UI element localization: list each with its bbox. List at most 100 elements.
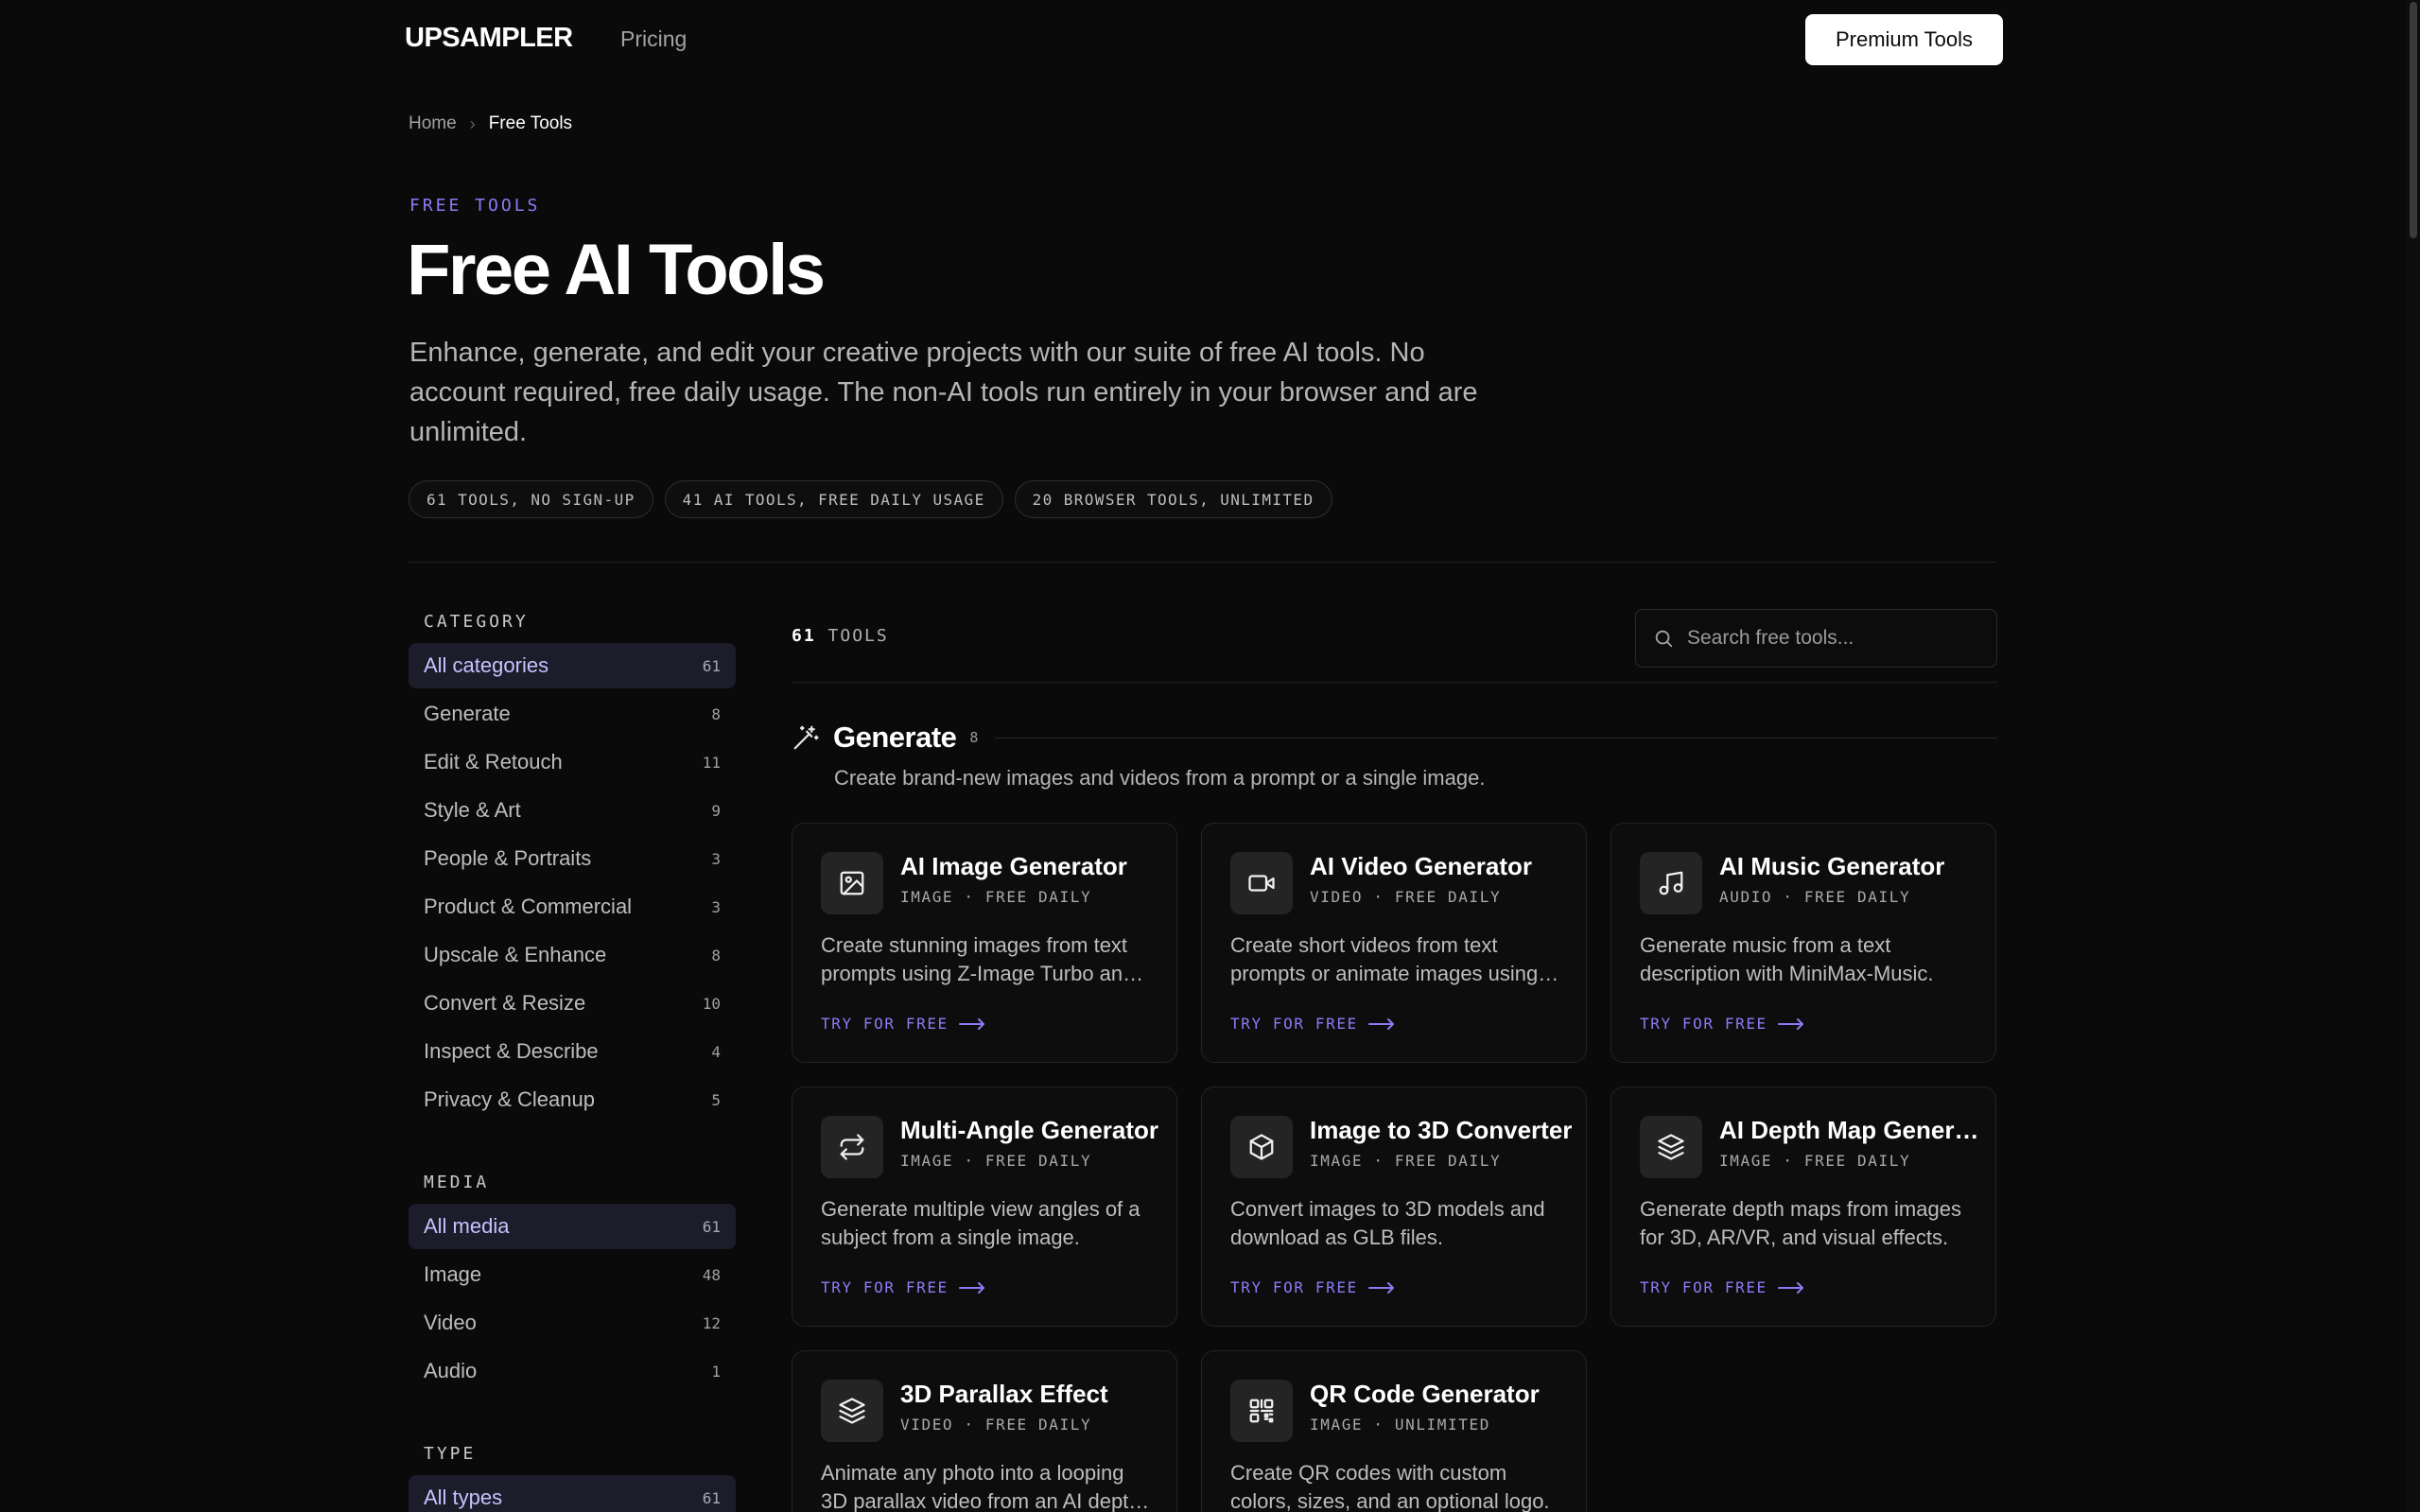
tool-meta: IMAGE · FREE DAILY: [1310, 1152, 1502, 1170]
chevron-right-icon: ›: [469, 113, 476, 133]
search-input[interactable]: [1687, 627, 1971, 650]
tool-meta: IMAGE · FREE DAILY: [900, 888, 1092, 906]
section-description: Create brand-new images and videos from …: [834, 766, 1486, 790]
category-item-all[interactable]: All categories 61: [409, 643, 736, 688]
stat-pill: 41 AI TOOLS, FREE DAILY USAGE: [664, 480, 1003, 518]
tool-name: AI Video Generator: [1310, 852, 1533, 880]
qr-code-icon: [1249, 1399, 1274, 1423]
breadcrumb: Home › Free Tools: [409, 113, 572, 134]
layers-icon: [839, 1398, 865, 1424]
tool-icon-box: [1230, 1116, 1293, 1178]
category-item-count: 5: [711, 1090, 721, 1109]
tool-description: Generate multiple view angles of a subje…: [821, 1197, 1140, 1249]
section-title: Generate: [833, 721, 957, 754]
swap-arrows-icon: [840, 1134, 864, 1160]
tool-name: AI Music Generator: [1719, 852, 1945, 880]
page-scrollbar[interactable]: [2407, 0, 2420, 1512]
tool-description: Create short videos from text prompts or…: [1230, 933, 1539, 985]
category-item-label: Convert & Resize: [424, 991, 586, 1015]
filter-sidebar: CATEGORY All categories 61 Generate 8 Edit…: [409, 605, 736, 1512]
media-item-count: 12: [702, 1313, 721, 1332]
tool-card-multi-angle-generator[interactable]: Multi-Angle Generator IMAGE · FREE DAILY…: [792, 1086, 1177, 1327]
tool-icon-box: [1230, 852, 1293, 914]
layers-icon: [1658, 1134, 1684, 1160]
tool-icon-box: [821, 1380, 883, 1442]
tool-card-ai-depth-map-generator[interactable]: AI Depth Map Generator IMAGE · FREE DAIL…: [1610, 1086, 1996, 1327]
media-item-image[interactable]: Image 48: [409, 1252, 736, 1297]
magic-wand-icon: [793, 725, 819, 750]
category-item-count: 61: [702, 656, 721, 675]
try-for-free-link[interactable]: TRY FOR FREE: [821, 1015, 986, 1033]
hero-intro: Enhance, generate, and edit your creativ…: [409, 338, 1478, 447]
media-item-label: Audio: [424, 1359, 478, 1382]
category-item-people-portraits[interactable]: People & Portraits 3: [409, 836, 736, 881]
tool-name: Image to 3D Converter: [1310, 1116, 1573, 1144]
page-title: Free AI Tools: [407, 230, 826, 310]
tool-icon-box: [1640, 1116, 1702, 1178]
tool-description: Create QR codes with custom colors, size…: [1230, 1461, 1550, 1512]
category-item-upscale-enhance[interactable]: Upscale & Enhance 8: [409, 932, 736, 978]
tool-name: Multi-Angle Generator: [900, 1116, 1159, 1144]
try-for-free-link[interactable]: TRY FOR FREE: [821, 1278, 986, 1296]
category-item-privacy-cleanup[interactable]: Privacy & Cleanup 5: [409, 1077, 736, 1122]
tool-icon-box: [821, 1116, 883, 1178]
top-header: UPSAMPLER Pricing Premium Tools: [0, 0, 2407, 78]
category-item-label: People & Portraits: [424, 846, 592, 870]
tool-icon-box: [1230, 1380, 1293, 1442]
search-box[interactable]: [1635, 609, 1997, 668]
tools-main: 61 TOOLS Generate 8 Create brand-new ima…: [792, 605, 1997, 1512]
try-for-free-link[interactable]: TRY FOR FREE: [1640, 1278, 1805, 1296]
premium-tools-button[interactable]: Premium Tools: [1805, 14, 2003, 65]
nav-pricing-link[interactable]: Pricing: [620, 26, 687, 52]
tools-count-label: TOOLS: [827, 626, 889, 646]
hero-divider: [409, 562, 1996, 563]
media-item-label: Image: [424, 1262, 482, 1286]
category-item-inspect-describe[interactable]: Inspect & Describe 4: [409, 1029, 736, 1074]
arrow-right-icon: [1367, 1281, 1394, 1294]
cube-icon: [1249, 1134, 1274, 1160]
tool-description: Generate depth maps from images for 3D, …: [1640, 1197, 1961, 1249]
category-item-edit-retouch[interactable]: Edit & Retouch 11: [409, 739, 736, 785]
try-for-free-link[interactable]: TRY FOR FREE: [1230, 1278, 1396, 1296]
media-item-video[interactable]: Video 12: [409, 1300, 736, 1346]
tool-card-qr-code-generator[interactable]: QR Code Generator IMAGE · UNLIMITED Crea…: [1201, 1350, 1587, 1512]
search-icon: [1655, 630, 1673, 648]
cta-label: TRY FOR FREE: [821, 1278, 949, 1296]
music-icon: [1659, 871, 1683, 895]
media-filter-group: MEDIA All media 61 Image 48 Video 12 Audio 1: [409, 1166, 736, 1394]
stat-pill: 61 TOOLS, NO SIGN-UP: [409, 480, 653, 518]
cta-label: TRY FOR FREE: [1230, 1278, 1358, 1296]
category-item-product-commercial[interactable]: Product & Commercial 3: [409, 884, 736, 930]
category-item-label: Edit & Retouch: [424, 750, 563, 773]
scrollbar-thumb[interactable]: [2410, 2, 2417, 238]
tool-card-ai-video-generator[interactable]: AI Video Generator VIDEO · FREE DAILY Cr…: [1201, 823, 1587, 1063]
tool-card-ai-image-generator[interactable]: AI Image Generator IMAGE · FREE DAILY Cr…: [792, 823, 1177, 1063]
media-item-label: Video: [424, 1311, 477, 1334]
media-item-all[interactable]: All media 61: [409, 1204, 736, 1249]
logo[interactable]: UPSAMPLER: [405, 23, 573, 54]
type-filter-group: TYPE All types 61: [409, 1437, 736, 1512]
type-heading: TYPE: [424, 1443, 477, 1464]
tool-card-image-to-3d-converter[interactable]: Image to 3D Converter IMAGE · FREE DAILY…: [1201, 1086, 1587, 1327]
category-item-count: 3: [711, 897, 721, 916]
category-item-convert-resize[interactable]: Convert & Resize 10: [409, 981, 736, 1026]
tool-meta: IMAGE · FREE DAILY: [900, 1152, 1092, 1170]
main-divider: [792, 682, 1997, 683]
category-item-label: Generate: [424, 702, 511, 725]
category-item-label: All categories: [424, 653, 549, 677]
category-item-style-art[interactable]: Style & Art 9: [409, 788, 736, 833]
media-item-audio[interactable]: Audio 1: [409, 1348, 736, 1394]
stat-pill: 20 BROWSER TOOLS, UNLIMITED: [1014, 480, 1332, 518]
breadcrumb-home[interactable]: Home: [409, 113, 457, 134]
tool-meta: VIDEO · FREE DAILY: [900, 1416, 1092, 1434]
cta-label: TRY FOR FREE: [1640, 1278, 1767, 1296]
tool-card-ai-music-generator[interactable]: AI Music Generator AUDIO · FREE DAILY Ge…: [1610, 823, 1996, 1063]
video-icon: [1248, 875, 1275, 892]
tool-card-3d-parallax-effect[interactable]: 3D Parallax Effect VIDEO · FREE DAILY An…: [792, 1350, 1177, 1512]
type-item-all[interactable]: All types 61: [409, 1475, 736, 1512]
category-item-generate[interactable]: Generate 8: [409, 691, 736, 737]
try-for-free-link[interactable]: TRY FOR FREE: [1640, 1015, 1805, 1033]
section-rule: [995, 737, 1997, 739]
try-for-free-link[interactable]: TRY FOR FREE: [1230, 1015, 1396, 1033]
category-item-label: Product & Commercial: [424, 895, 633, 918]
